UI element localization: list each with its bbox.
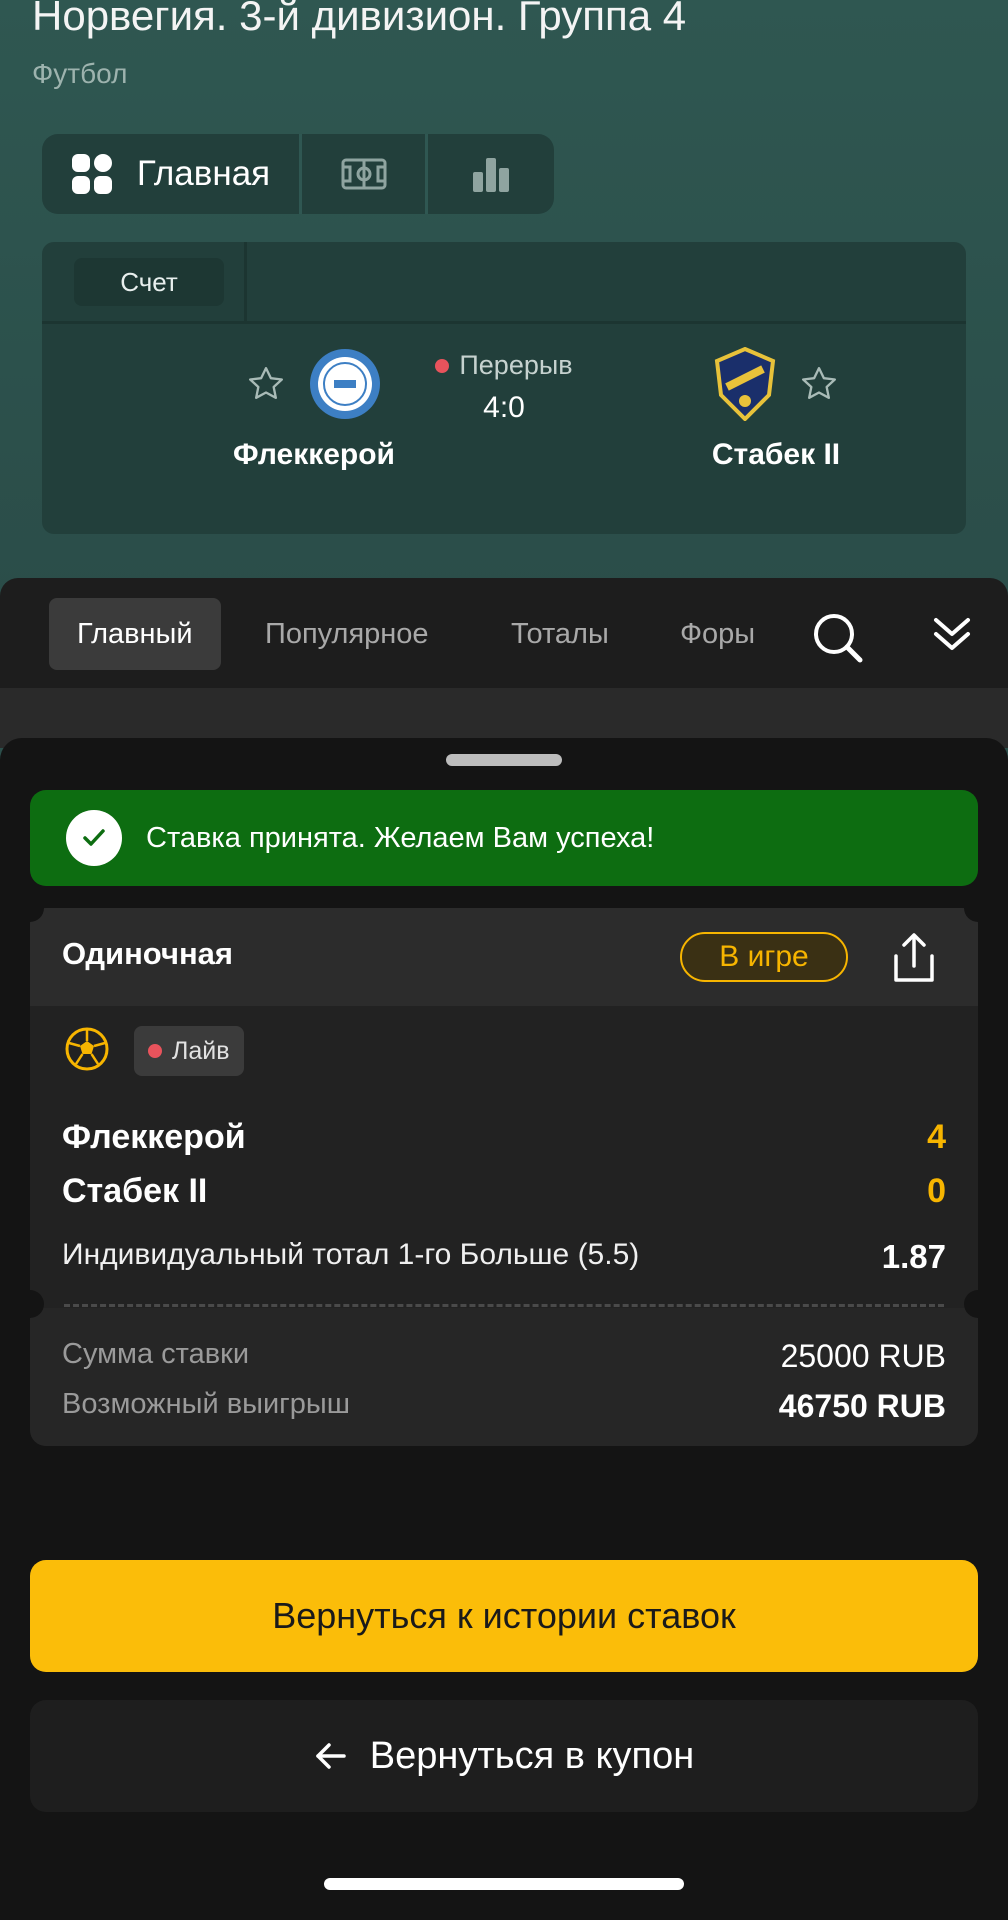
pick-home-score: 4 <box>927 1118 946 1156</box>
football-icon <box>65 1027 109 1071</box>
score-card: Счет Флеккерой Перерыв 4:0 Стабек II <box>42 242 966 534</box>
score-card-tabs: Счет <box>42 242 966 324</box>
score-tab[interactable]: Счет <box>74 258 224 306</box>
home-indicator[interactable] <box>324 1878 684 1890</box>
pick-home-team: Флеккерой <box>62 1118 246 1156</box>
market-tabs-bar: Главный Популярное Тоталы Форы <box>0 578 1008 688</box>
grid-icon <box>71 154 112 194</box>
view-tab-main-label: Главная <box>136 154 271 193</box>
home-team-name: Флеккерой <box>232 438 395 471</box>
away-team: Стабек II <box>626 342 926 472</box>
pick-away-score: 0 <box>927 1172 946 1210</box>
pick-away-row: Стабек II 0 <box>62 1172 946 1211</box>
collapse-icon[interactable] <box>932 614 972 654</box>
view-tab-stats[interactable] <box>428 134 554 214</box>
win-row: Возможный выигрыш 46750 RUB <box>62 1388 946 1425</box>
back-to-coupon-button[interactable]: Вернуться в купон <box>30 1700 978 1812</box>
share-icon[interactable] <box>886 930 942 986</box>
ticket-notch <box>964 894 992 922</box>
view-tab-field[interactable] <box>302 134 428 214</box>
star-icon[interactable] <box>799 364 839 404</box>
pick-market-row: Индивидуальный тотал 1-го Больше (5.5) 1… <box>62 1238 946 1276</box>
live-dot-icon <box>435 358 450 373</box>
sport-label: Футбол <box>32 58 128 89</box>
pick-away-team: Стабек II <box>62 1172 208 1210</box>
star-icon[interactable] <box>246 364 286 404</box>
win-value: 46750 RUB <box>778 1388 946 1424</box>
market-name: Индивидуальный тотал 1-го Больше (5.5) <box>62 1238 640 1271</box>
pick-home-row: Флеккерой 4 <box>62 1118 946 1157</box>
match-status: Перерыв 4:0 <box>414 350 594 425</box>
odds-value: 1.87 <box>881 1238 946 1275</box>
ticket-notch <box>16 894 44 922</box>
market-tab-main[interactable]: Главный <box>49 598 221 670</box>
bet-card: Одиночная В игре Лайв Флеккерой 4 Стабек… <box>30 908 978 1446</box>
bet-card-header: Одиночная В игре <box>30 908 978 1006</box>
bet-status-badge: В игре <box>680 932 848 982</box>
arrow-left-icon <box>316 1743 346 1769</box>
view-tabs: Главная <box>42 134 554 214</box>
back-to-history-button[interactable]: Вернуться к истории ставок <box>30 1560 978 1672</box>
stake-value: 25000 RUB <box>780 1338 946 1374</box>
league-title: Норвегия. 3-й дивизион. Группа 4 <box>32 0 687 39</box>
live-label: Лайв <box>172 1036 230 1065</box>
bet-card-summary: Сумма ставки 25000 RUB Возможный выигрыш… <box>30 1308 978 1446</box>
ticket-notch <box>16 1290 44 1318</box>
view-tab-main[interactable]: Главная <box>42 134 302 214</box>
market-tab-totals[interactable]: Тоталы <box>483 598 637 670</box>
bet-confirmation-sheet: Ставка принята. Желаем Вам успеха! Одино… <box>0 738 1008 1920</box>
divider <box>244 242 247 324</box>
success-banner: Ставка принята. Желаем Вам успеха! <box>30 790 978 886</box>
sheet-handle[interactable] <box>446 754 562 766</box>
home-team-logo-icon <box>310 349 380 419</box>
market-tab-popular[interactable]: Популярное <box>237 598 457 670</box>
back-to-coupon-label: Вернуться в купон <box>369 1734 695 1777</box>
live-badge: Лайв <box>134 1026 244 1076</box>
success-message: Ставка принята. Желаем Вам успеха! <box>146 821 655 854</box>
stake-label: Сумма ставки <box>62 1338 250 1370</box>
market-tab-handicaps[interactable]: Форы <box>652 598 783 670</box>
field-icon <box>341 158 386 190</box>
live-dot-icon <box>148 1044 162 1058</box>
ticket-divider <box>64 1304 944 1307</box>
win-label: Возможный выигрыш <box>62 1388 350 1420</box>
match-status-text: Перерыв <box>459 350 573 380</box>
ticket-notch <box>964 1290 992 1318</box>
stake-row: Сумма ставки 25000 RUB <box>62 1338 946 1375</box>
check-icon <box>66 810 122 866</box>
stats-icon <box>473 158 509 192</box>
away-team-name: Стабек II <box>711 438 841 471</box>
search-icon[interactable] <box>812 612 864 664</box>
bet-type: Одиночная <box>62 936 234 971</box>
bet-card-body: Лайв Флеккерой 4 Стабек II 0 Индивидуаль… <box>30 1006 978 1306</box>
away-team-logo-icon <box>714 347 776 421</box>
match-score: 4:0 <box>483 391 525 424</box>
